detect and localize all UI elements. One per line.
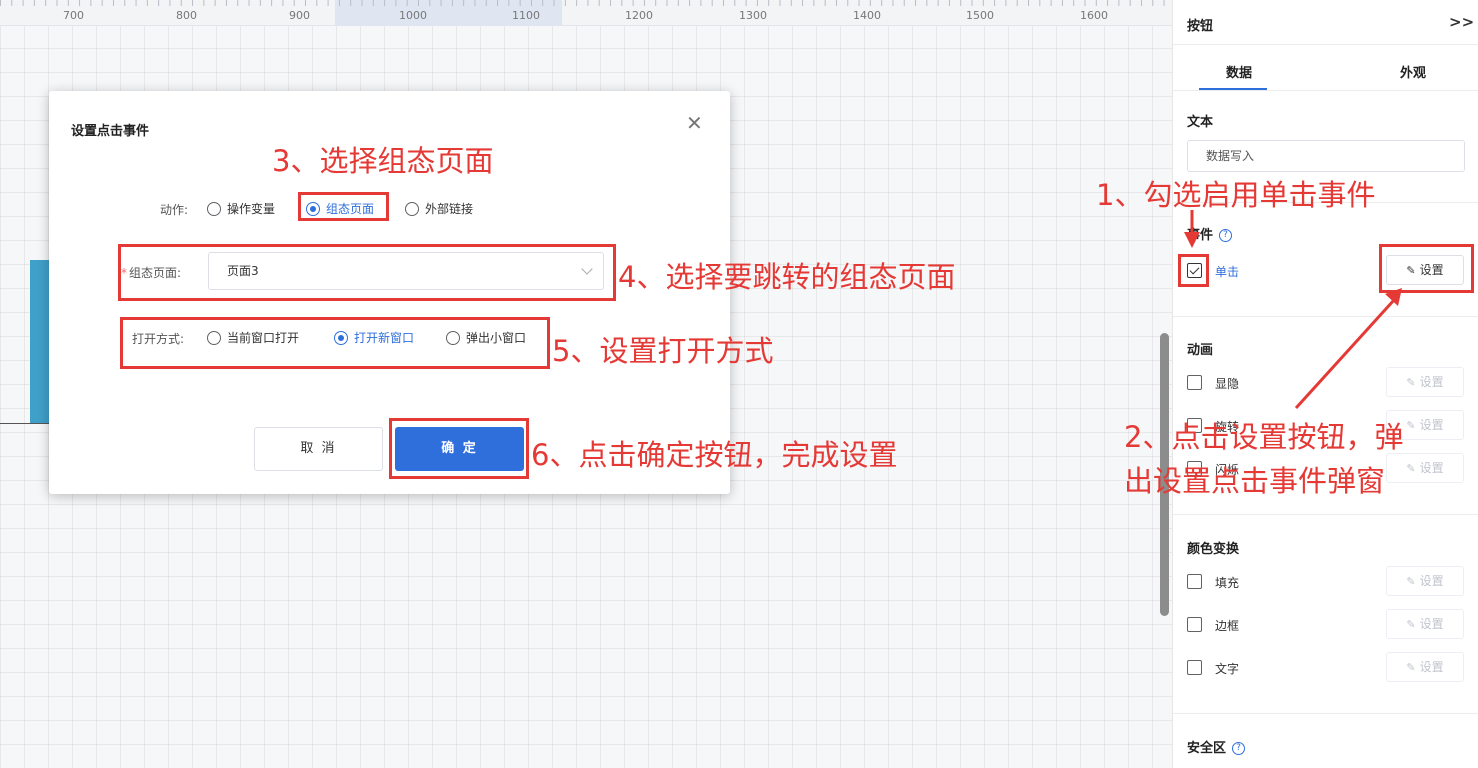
border-checkbox[interactable] [1187,617,1202,632]
ruler-tick-label: 1000 [399,9,427,22]
radio-dot [405,202,419,216]
set-button-label: 设置 [1419,418,1444,432]
annotation-box-step4 [118,244,616,301]
pencil-icon: ✎ [1406,661,1416,674]
help-icon[interactable]: ? [1232,742,1246,755]
border-set-button[interactable]: ✎ 设置 [1386,609,1464,639]
radio-label: 操作变量 [227,202,276,216]
ruler-tick-label: 1600 [1080,9,1108,22]
cancel-button[interactable]: 取 消 [254,427,383,471]
fill-set-button[interactable]: ✎ 设置 [1386,566,1464,596]
close-icon[interactable]: ✕ [686,111,703,135]
tab-data[interactable]: 数据 [1226,62,1252,81]
ruler-tick-label: 900 [289,9,310,22]
property-panel: 按钮 >> 数据 外观 文本 数据写入 事件? 单击 ✎ 设置 动画 显隐 ✎ 设置… [1172,0,1478,768]
horizontal-ruler: 700 800 900 1000 1100 1200 1300 1400 150… [0,0,1172,26]
event-section-label: 事件 [1187,228,1214,243]
help-icon[interactable]: ? [1219,229,1233,242]
text-color-set-button[interactable]: ✎ 设置 [1386,652,1464,682]
text-section-title: 文本 [1187,115,1214,130]
annotation-box-step3 [298,192,389,221]
text-input[interactable]: 数据写入 [1187,140,1465,172]
ruler-tick-label: 700 [63,9,84,22]
annotation-step1: 1、勾选启用单击事件 [1096,178,1376,212]
radio-operate-variable[interactable]: 操作变量 [207,200,275,217]
annotation-step4: 4、选择要跳转的组态页面 [618,260,956,294]
text-color-label: 文字 [1215,662,1240,676]
pencil-icon: ✎ [1406,419,1416,432]
annotation-box-step5 [120,317,550,369]
divider [1173,90,1478,91]
fill-checkbox[interactable] [1187,574,1202,589]
action-label: 动作: [160,203,189,217]
double-chevron-right-icon[interactable]: >> [1449,13,1474,31]
canvas-component[interactable] [30,260,50,423]
set-button-label: 设置 [1419,617,1444,631]
tab-appearance[interactable]: 外观 [1400,62,1426,81]
color-section-title: 颜色变换 [1187,542,1240,557]
animation-section-title: 动画 [1187,343,1214,358]
event-section-title: 事件? [1187,224,1233,243]
annotation-box-step2 [1379,244,1474,293]
show-hide-set-button[interactable]: ✎ 设置 [1386,367,1464,397]
border-label: 边框 [1215,619,1240,633]
radio-label: 外部链接 [425,202,474,216]
show-hide-label: 显隐 [1215,377,1240,391]
ruler-tick-label: 1400 [853,9,881,22]
divider [1173,713,1478,714]
blink-set-button[interactable]: ✎ 设置 [1386,453,1464,483]
radio-external-link[interactable]: 外部链接 [405,200,473,217]
pencil-icon: ✎ [1406,575,1416,588]
annotation-step2-line1: 2、点击设置按钮，弹 [1124,420,1404,454]
annotation-step5: 5、设置打开方式 [552,334,774,368]
canvas-baseline [0,423,50,424]
safe-zone-label: 安全区 [1187,741,1227,756]
show-hide-checkbox[interactable] [1187,375,1202,390]
annotation-step3: 3、选择组态页面 [272,144,494,178]
safe-zone-section-title: 安全区? [1187,737,1246,756]
click-event-label[interactable]: 单击 [1215,263,1239,280]
ruler-tick-label: 800 [176,9,197,22]
text-color-checkbox[interactable] [1187,660,1202,675]
annotation-box-step1 [1178,254,1209,287]
divider [1173,44,1478,45]
set-button-label: 设置 [1419,574,1444,588]
pencil-icon: ✎ [1406,618,1416,631]
divider [1173,316,1478,317]
pencil-icon: ✎ [1406,376,1416,389]
ruler-tick-label: 1100 [512,9,540,22]
annotation-step6: 6、点击确定按钮，完成设置 [531,438,898,472]
annotation-box-step6 [389,418,529,479]
radio-dot [207,202,221,216]
panel-title: 按钮 [1187,19,1214,34]
set-button-label: 设置 [1419,461,1444,475]
set-button-label: 设置 [1419,375,1444,389]
fill-label: 填充 [1215,576,1240,590]
dialog-title: 设置点击事件 [71,124,150,139]
ruler-tick-label: 1300 [739,9,767,22]
divider [1173,514,1478,515]
ruler-ticks [0,0,1172,6]
annotation-step2-line2: 出设置点击事件弹窗 [1124,464,1386,498]
set-button-label: 设置 [1419,660,1444,674]
pencil-icon: ✎ [1406,462,1416,475]
ruler-tick-label: 1200 [625,9,653,22]
ruler-tick-label: 1500 [966,9,994,22]
